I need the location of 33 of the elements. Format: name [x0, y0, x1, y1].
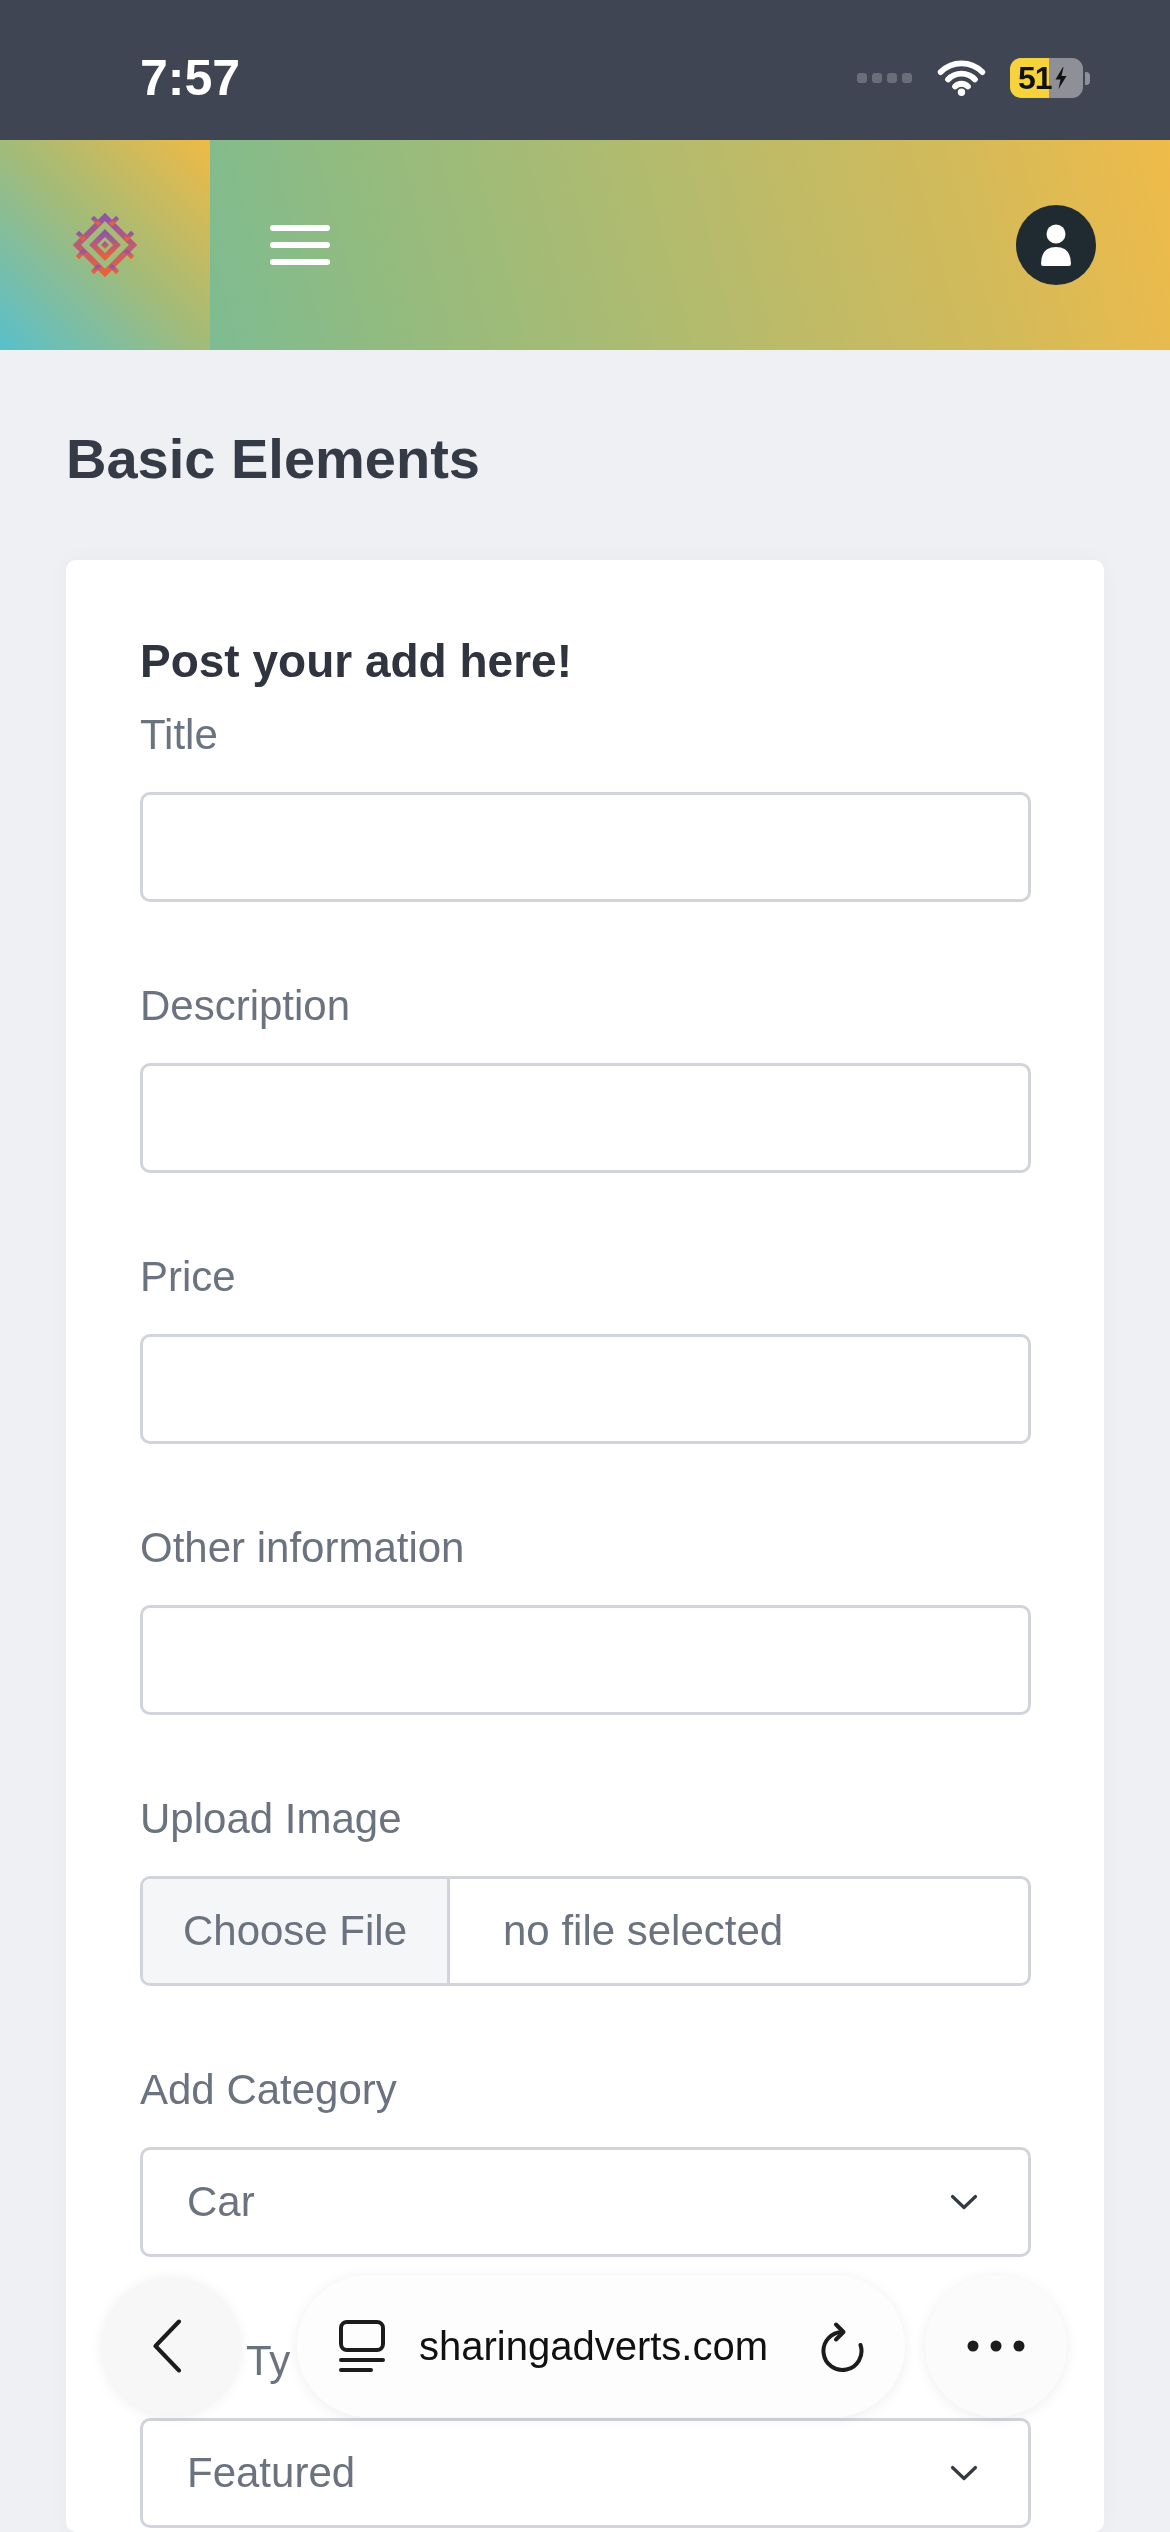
signal-dots-icon: [857, 73, 913, 83]
text-input-field[interactable]: [140, 1063, 1031, 1173]
choose-file-button[interactable]: Choose File: [143, 1879, 450, 1983]
file-status-text: no file selected: [503, 1906, 784, 1956]
form-heading: Post your add here!: [140, 634, 573, 689]
field-label: Other information: [140, 1523, 465, 1573]
field-label: Ty: [246, 2336, 291, 2386]
file-input-field[interactable]: Choose File no file selected: [140, 1876, 1031, 1986]
menu-icon[interactable]: [270, 224, 330, 266]
user-avatar-icon[interactable]: [1016, 205, 1096, 285]
field-label: Upload Image: [140, 1794, 402, 1844]
text-input-field[interactable]: [140, 1334, 1031, 1444]
reload-icon[interactable]: [820, 2319, 865, 2373]
url-text: sharingadverts.com: [419, 2323, 769, 2370]
diamond-logo-icon[interactable]: [72, 212, 138, 278]
battery-percent-text: 51: [1018, 62, 1052, 94]
page-title: Basic Elements: [66, 426, 481, 492]
text-input-field[interactable]: [140, 1605, 1031, 1715]
select-field[interactable]: Car: [140, 2147, 1031, 2257]
tabs-icon[interactable]: [339, 2319, 385, 2373]
field-label: Price: [140, 1252, 236, 1302]
chevron-down-icon: [950, 2194, 978, 2210]
field-label: Add Category: [140, 2065, 397, 2115]
field-label: Title: [140, 710, 218, 760]
clock-text: 7:57: [140, 53, 241, 103]
select-field[interactable]: Featured: [140, 2418, 1031, 2528]
wifi-icon: [937, 60, 986, 96]
chevron-left-icon: [152, 2319, 182, 2373]
text-input-field[interactable]: [140, 792, 1031, 902]
ellipsis-icon: [967, 2340, 1025, 2352]
field-label: Description: [140, 981, 351, 1031]
chevron-down-icon: [950, 2465, 978, 2481]
address-bar[interactable]: sharingadverts.com: [297, 2275, 905, 2417]
